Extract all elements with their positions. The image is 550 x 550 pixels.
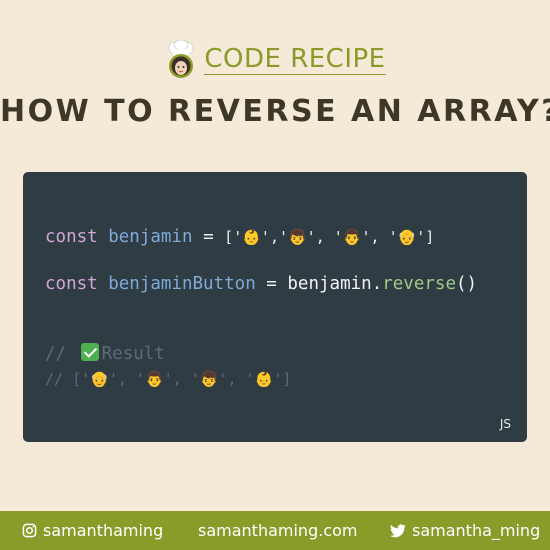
code-line-1: const benjamin = ['👶','👦', '👨', '👴'] (45, 225, 434, 249)
website-link[interactable]: samanthaming.com (198, 521, 357, 540)
code-line-2: const benjaminButton = benjamin.reverse(… (45, 274, 478, 294)
code-variable: benjamin (108, 227, 193, 247)
comment-slashes: // (45, 344, 67, 364)
code-assign: = (266, 274, 277, 294)
instagram-handle: samanthaming (43, 521, 164, 540)
code-object: benjamin (287, 274, 372, 294)
check-mark-icon (80, 343, 99, 361)
twitter-icon (390, 523, 406, 538)
language-badge: JS (499, 417, 511, 431)
twitter-handle: samantha_ming (412, 521, 541, 540)
twitter-link[interactable]: samantha_ming (390, 521, 540, 540)
website-url: samanthaming.com (198, 521, 358, 540)
comment-result: Result (101, 344, 165, 364)
footer-bar: samanthaming samanthaming.com samantha_m… (0, 511, 550, 550)
code-comment-output: // ['👴', '👨', '👦', '👶'] (45, 367, 291, 391)
brand-title: CODE RECIPE (204, 44, 386, 75)
brand-header: CODE RECIPE (0, 38, 550, 82)
code-keyword: const (45, 274, 98, 294)
instagram-link[interactable]: samanthaming (22, 521, 163, 540)
code-method: reverse (382, 274, 456, 294)
code-keyword: const (45, 227, 98, 247)
chef-avatar-icon (164, 39, 198, 80)
code-comment-line: // Result (45, 342, 165, 366)
code-variable: benjaminButton (108, 274, 256, 294)
code-array-literal: ['👶','👦', '👨', '👴'] (224, 228, 435, 246)
instagram-icon (22, 523, 37, 538)
code-block: const benjamin = ['👶','👦', '👨', '👴'] con… (23, 172, 527, 442)
comment-output: // ['👴', '👨', '👦', '👶'] (45, 370, 292, 388)
code-assign: = (203, 227, 214, 247)
page-title: HOW TO REVERSE AN ARRAY? (0, 94, 550, 129)
